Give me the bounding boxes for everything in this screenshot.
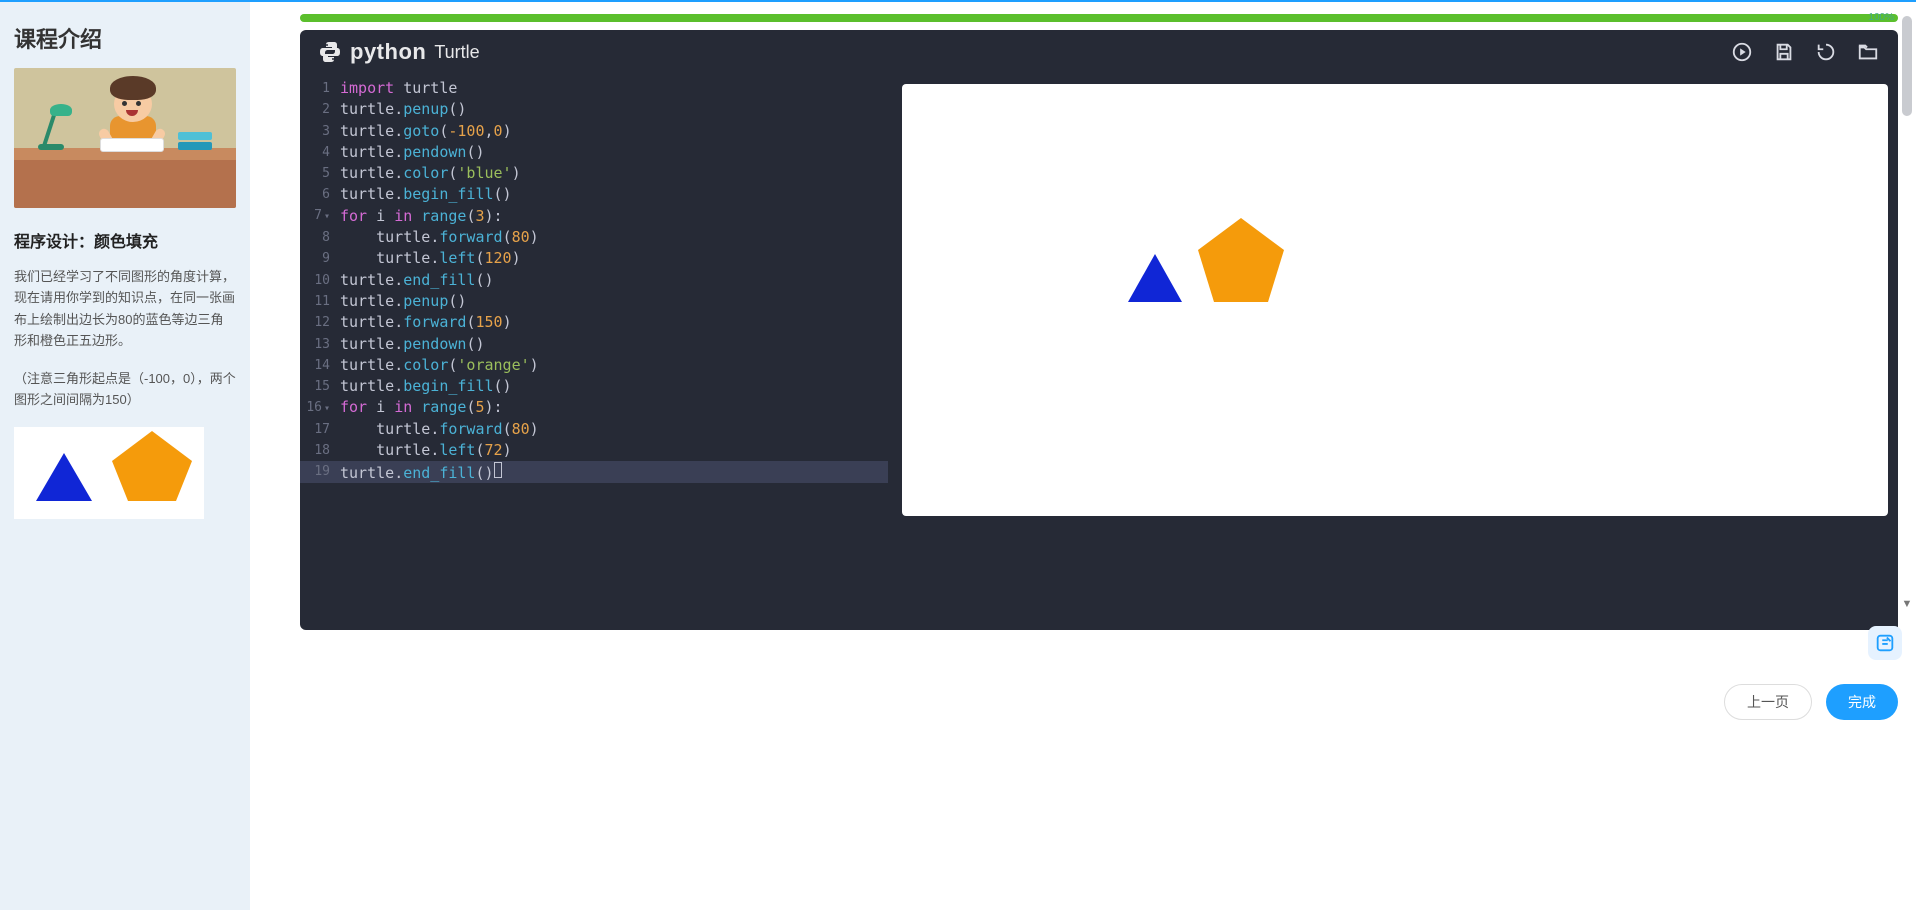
code-line[interactable]: 4turtle.pendown()	[300, 142, 888, 163]
code-content[interactable]: turtle.goto(-100,0)	[340, 121, 888, 142]
line-number: 6	[300, 184, 340, 205]
code-content[interactable]: turtle.end_fill()	[340, 270, 888, 291]
code-content[interactable]: turtle.forward(80)	[340, 419, 888, 440]
lesson-illustration	[14, 68, 236, 208]
open-folder-icon[interactable]	[1856, 40, 1880, 64]
code-content[interactable]: turtle.color('blue')	[340, 163, 888, 184]
code-content[interactable]: turtle.color('orange')	[340, 355, 888, 376]
code-content[interactable]: turtle.penup()	[340, 99, 888, 120]
line-number: 7▾	[300, 205, 340, 227]
code-editor[interactable]: 1import turtle2turtle.penup()3turtle.got…	[300, 74, 888, 630]
output-pentagon	[1198, 218, 1284, 304]
line-number: 15	[300, 376, 340, 397]
scroll-down-arrow[interactable]: ▼	[1900, 598, 1914, 612]
code-content[interactable]: turtle.left(120)	[340, 248, 888, 269]
line-number: 11	[300, 291, 340, 312]
code-line[interactable]: 12turtle.forward(150)	[300, 312, 888, 333]
code-line[interactable]: 1import turtle	[300, 78, 888, 99]
line-number: 4	[300, 142, 340, 163]
help-float-button[interactable]	[1868, 626, 1902, 660]
code-line[interactable]: 16▾for i in range(5):	[300, 397, 888, 418]
line-number: 19	[300, 461, 340, 482]
code-line[interactable]: 8 turtle.forward(80)	[300, 227, 888, 248]
expected-output-image	[14, 427, 204, 519]
code-line[interactable]: 18 turtle.left(72)	[300, 440, 888, 461]
line-number: 12	[300, 312, 340, 333]
code-content[interactable]: for i in range(3):	[340, 206, 888, 227]
code-line[interactable]: 15turtle.begin_fill()	[300, 376, 888, 397]
line-number: 3	[300, 121, 340, 142]
code-content[interactable]: turtle.pendown()	[340, 142, 888, 163]
main-content: 100% python Turtle	[250, 2, 1916, 910]
code-line[interactable]: 13turtle.pendown()	[300, 334, 888, 355]
lesson-description: 我们已经学习了不同图形的角度计算，现在请用你学到的知识点，在同一张画布上绘制出边…	[14, 266, 236, 352]
ide-brand: python	[350, 39, 426, 65]
code-line[interactable]: 7▾for i in range(3):	[300, 206, 888, 227]
turtle-canvas	[902, 84, 1888, 516]
example-triangle	[36, 453, 92, 501]
code-line[interactable]: 14turtle.color('orange')	[300, 355, 888, 376]
ide-header: python Turtle	[300, 30, 1898, 74]
lesson-title: 程序设计：颜色填充	[14, 228, 236, 252]
code-line[interactable]: 9 turtle.left(120)	[300, 248, 888, 269]
code-content[interactable]: turtle.left(72)	[340, 440, 888, 461]
line-number: 1	[300, 78, 340, 99]
ide-mode: Turtle	[434, 42, 479, 63]
python-logo-icon	[318, 40, 342, 64]
line-number: 18	[300, 440, 340, 461]
prev-page-button[interactable]: 上一页	[1724, 684, 1812, 720]
line-number: 5	[300, 163, 340, 184]
code-content[interactable]: turtle.begin_fill()	[340, 184, 888, 205]
code-content[interactable]: turtle.pendown()	[340, 334, 888, 355]
code-content[interactable]: for i in range(5):	[340, 397, 888, 418]
code-line[interactable]: 17 turtle.forward(80)	[300, 419, 888, 440]
code-line[interactable]: 10turtle.end_fill()	[300, 270, 888, 291]
sidebar-heading: 课程介绍	[14, 22, 236, 54]
code-content[interactable]: turtle.forward(150)	[340, 312, 888, 333]
code-content[interactable]: turtle.penup()	[340, 291, 888, 312]
line-number: 10	[300, 270, 340, 291]
progress-bar: 100%	[300, 14, 1898, 22]
output-triangle	[1128, 254, 1182, 302]
sidebar: 课程介绍 程序设计：颜色填充 我们已经学习了不同图形的角度计算，现在请用你学到的…	[0, 2, 250, 910]
example-pentagon	[112, 431, 192, 501]
line-number: 2	[300, 99, 340, 120]
line-number: 16▾	[300, 397, 340, 419]
ide-panel: python Turtle	[300, 30, 1898, 630]
progress-fill	[300, 14, 1898, 22]
line-number: 14	[300, 355, 340, 376]
line-number: 9	[300, 248, 340, 269]
code-line[interactable]: 19turtle.end_fill()	[300, 461, 888, 482]
code-line[interactable]: 3turtle.goto(-100,0)	[300, 121, 888, 142]
progress-percent: 100%	[1868, 12, 1894, 23]
vertical-scrollbar[interactable]: ▲ ▼	[1900, 16, 1914, 610]
code-content[interactable]: turtle.begin_fill()	[340, 376, 888, 397]
scroll-thumb[interactable]	[1902, 16, 1912, 116]
code-content[interactable]: turtle.forward(80)	[340, 227, 888, 248]
run-icon[interactable]	[1730, 40, 1754, 64]
lesson-hint: （注意三角形起点是（-100，0），两个图形之间间隔为150）	[14, 368, 236, 411]
code-line[interactable]: 11turtle.penup()	[300, 291, 888, 312]
line-number: 17	[300, 419, 340, 440]
line-number: 8	[300, 227, 340, 248]
save-icon[interactable]	[1772, 40, 1796, 64]
output-pane	[888, 74, 1898, 630]
code-line[interactable]: 2turtle.penup()	[300, 99, 888, 120]
code-line[interactable]: 5turtle.color('blue')	[300, 163, 888, 184]
code-line[interactable]: 6turtle.begin_fill()	[300, 184, 888, 205]
done-button[interactable]: 完成	[1826, 684, 1898, 720]
reset-icon[interactable]	[1814, 40, 1838, 64]
line-number: 13	[300, 334, 340, 355]
code-content[interactable]: turtle.end_fill()	[340, 460, 888, 484]
code-content[interactable]: import turtle	[340, 78, 888, 99]
